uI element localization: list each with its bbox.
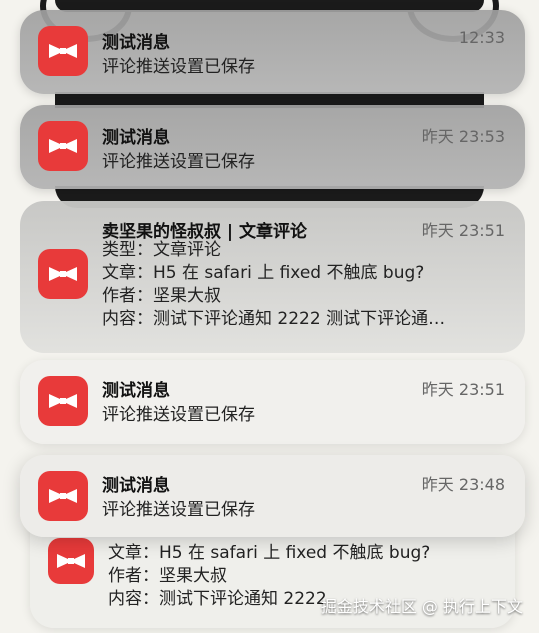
notification-body: 评论推送设置已保存	[102, 152, 255, 172]
notification-body: 评论推送设置已保存	[102, 500, 255, 520]
app-icon	[38, 121, 88, 171]
detail-content: 内容：测试下评论通知 2222 测试下评论通…	[102, 309, 446, 329]
notification-card-4[interactable]: 测试消息 评论推送设置已保存 昨天 23:51	[20, 360, 525, 444]
notification-card-1[interactable]: 测试消息 评论推送设置已保存 12:33	[20, 10, 525, 94]
app-icon	[48, 538, 94, 584]
notification-body: 评论推送设置已保存	[102, 57, 255, 77]
bow-tie-icon	[49, 267, 77, 281]
notification-title: 测试消息	[102, 128, 170, 148]
app-icon	[38, 249, 88, 299]
notification-time: 昨天 23:48	[421, 475, 505, 494]
notification-body: 类型：文章评论 文章：H5 在 safari 上 fixed 不触底 bug? …	[102, 239, 445, 331]
notification-title: 测试消息	[102, 33, 170, 53]
watermark: 掘金技术社区 @ 执行上下文	[320, 597, 523, 616]
notification-time: 昨天 23:51	[421, 221, 505, 240]
detail-article: 文章：H5 在 safari 上 fixed 不触底 bug?	[108, 543, 431, 563]
bow-tie-icon	[49, 44, 77, 58]
bow-tie-icon	[49, 139, 77, 153]
notification-card-2[interactable]: 测试消息 评论推送设置已保存 昨天 23:53	[20, 105, 525, 189]
app-icon	[38, 26, 88, 76]
notification-title: 测试消息	[102, 381, 170, 401]
notification-time: 12:33	[458, 28, 505, 47]
bow-tie-icon	[57, 554, 85, 568]
notification-body: 评论推送设置已保存	[102, 405, 255, 425]
detail-type: 类型：文章评论	[102, 240, 221, 260]
detail-article: 文章：H5 在 safari 上 fixed 不触底 bug?	[102, 263, 425, 283]
notification-title: 测试消息	[102, 476, 170, 496]
app-icon	[38, 471, 88, 521]
notification-card-5[interactable]: 测试消息 评论推送设置已保存 昨天 23:48	[20, 455, 525, 537]
notification-card-3[interactable]: 卖坚果的怪叔叔 | 文章评论 昨天 23:51 类型：文章评论 文章：H5 在 …	[20, 201, 525, 353]
app-icon	[38, 376, 88, 426]
bow-tie-icon	[49, 394, 77, 408]
notification-time: 昨天 23:51	[421, 380, 505, 399]
detail-author: 作者：坚果大叔	[108, 566, 227, 586]
detail-author: 作者：坚果大叔	[102, 286, 221, 306]
notification-time: 昨天 23:53	[421, 127, 505, 146]
bow-tie-icon	[49, 489, 77, 503]
